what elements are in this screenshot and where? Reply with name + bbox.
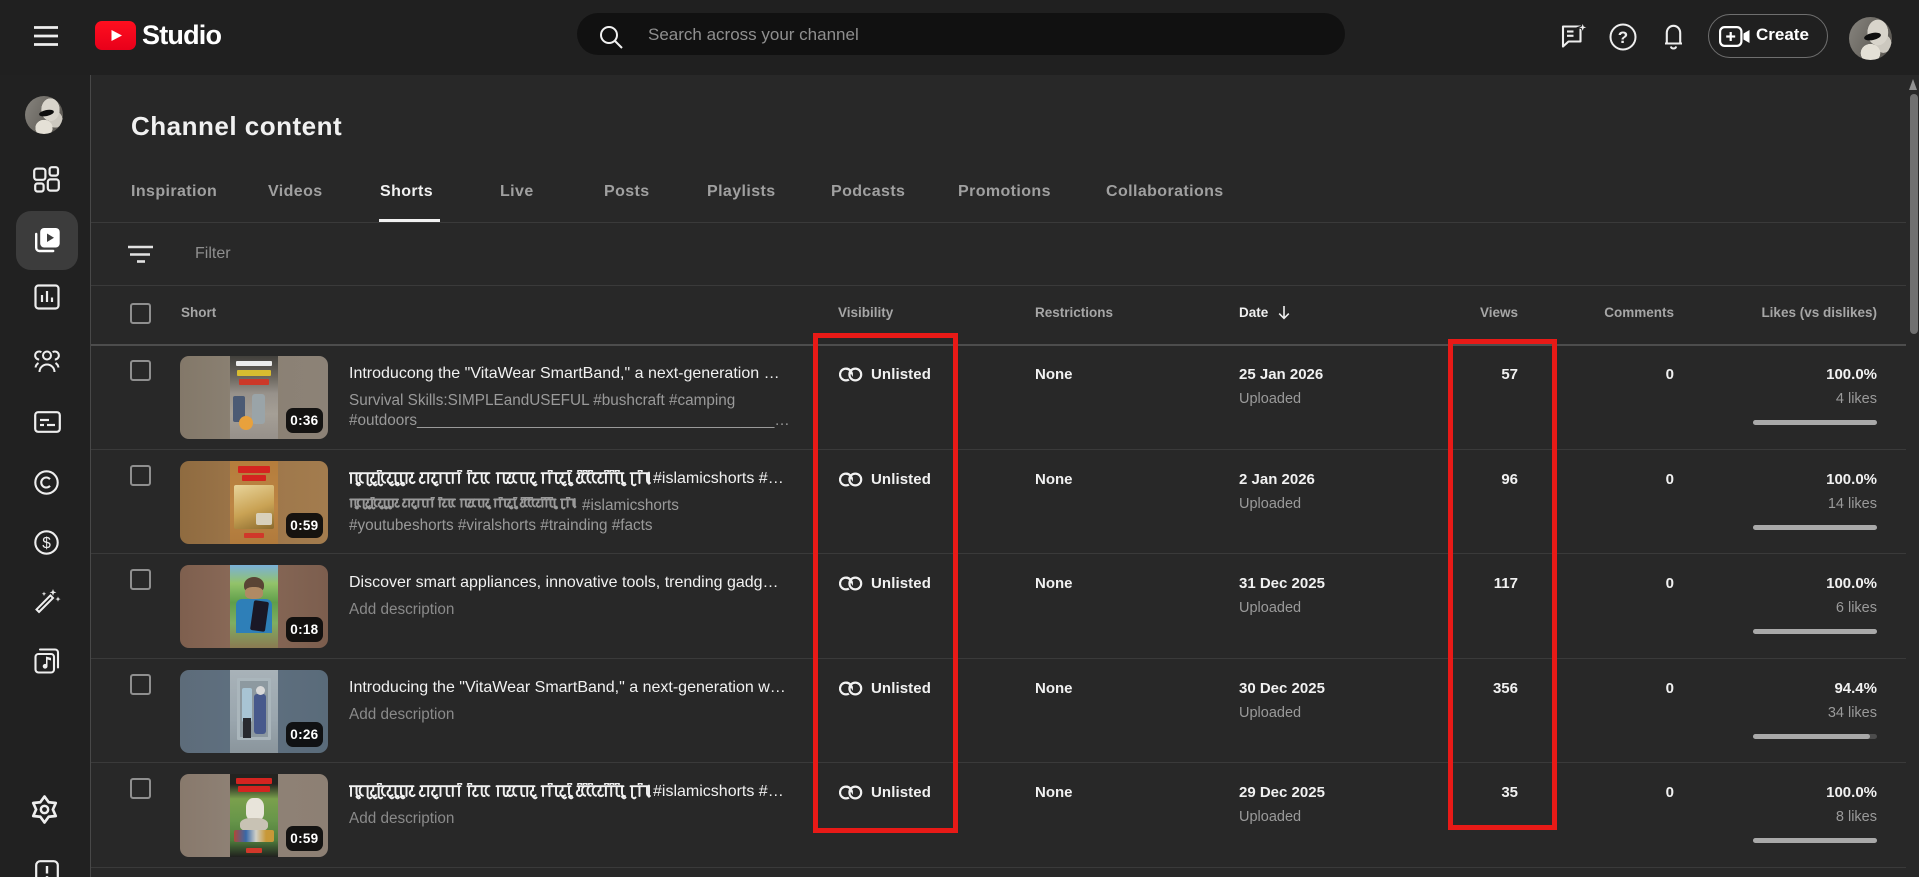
svg-text:?: ? (1618, 28, 1628, 47)
svg-text:$: $ (42, 535, 51, 552)
